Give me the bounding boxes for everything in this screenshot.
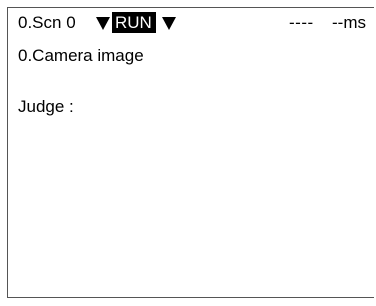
mode-dropdown-triangle-icon[interactable] [162, 17, 176, 30]
processing-time-unit: --ms [332, 13, 366, 32]
scene-label[interactable]: 0.Scn 0 [18, 13, 76, 33]
display-screen: 0.Scn 0 RUN ---- --ms 0.Camera image Jud… [7, 7, 374, 298]
scene-dropdown-triangle-icon[interactable] [96, 17, 110, 30]
run-mode-badge[interactable]: RUN [112, 12, 156, 33]
status-bar: 0.Scn 0 RUN ---- --ms [8, 8, 375, 38]
judge-label: Judge : [18, 97, 74, 116]
processing-time-value: ---- [289, 13, 314, 32]
image-title: 0.Camera image [18, 46, 144, 65]
